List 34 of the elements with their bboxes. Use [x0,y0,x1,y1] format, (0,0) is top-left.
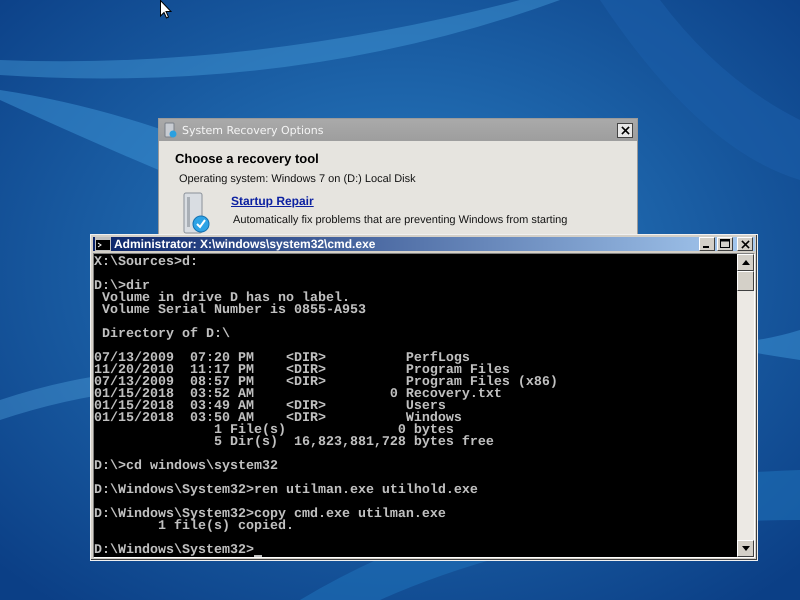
close-icon [620,126,630,134]
console-line: D:\Windows\System32>ren utilman.exe utilhold.exe [94,485,478,497]
console-line: 1 File(s) 0 bytes [212,425,454,437]
scroll-thumb[interactable] [737,271,754,291]
close-icon [740,240,750,248]
console-line: D:\Windows\System32>copy cmd.exe utilman.exe [94,509,446,521]
console-line: 1 file(s) copied. [158,521,294,533]
minimize-icon [703,246,709,248]
up-arrow-icon [742,260,750,265]
text-cursor [254,555,262,557]
dialog-heading: Choose a recovery tool [175,151,320,166]
scrollbar[interactable] [737,254,754,557]
console-line: X:\Sources>d: [94,257,198,269]
dialog-title: System Recovery Options [182,124,324,136]
console-line: D:\Windows\System32> [94,545,254,557]
startup-repair-link[interactable]: Startup Repair [231,194,314,208]
scroll-down-button[interactable] [737,540,754,557]
repair-drive-icon [181,191,211,235]
down-arrow-icon [742,546,750,551]
close-button[interactable] [617,122,633,138]
minimize-button[interactable] [699,237,715,251]
operating-system-label: Operating system: Windows 7 on (D:) Local Disk [179,173,417,185]
console-line: 5 Dir(s) 16,823,881,728 bytes free [212,437,494,449]
scroll-up-button[interactable] [737,254,754,271]
maximize-button[interactable] [717,237,733,251]
console-line: Volume Serial Number is 0855-A953 [100,305,366,317]
console-icon [95,237,111,251]
mouse-pointer-icon [160,0,172,19]
console-line: D:\>cd windows\system32 [94,461,278,473]
computer-icon [163,122,177,138]
maximize-icon [720,239,730,249]
console-line: Directory of D:\ [100,329,230,341]
console-title: Administrator: X:\windows\system32\cmd.exe [114,237,376,251]
tool-description: Automatically fix problems that are preventing Windows from starting [232,214,568,226]
